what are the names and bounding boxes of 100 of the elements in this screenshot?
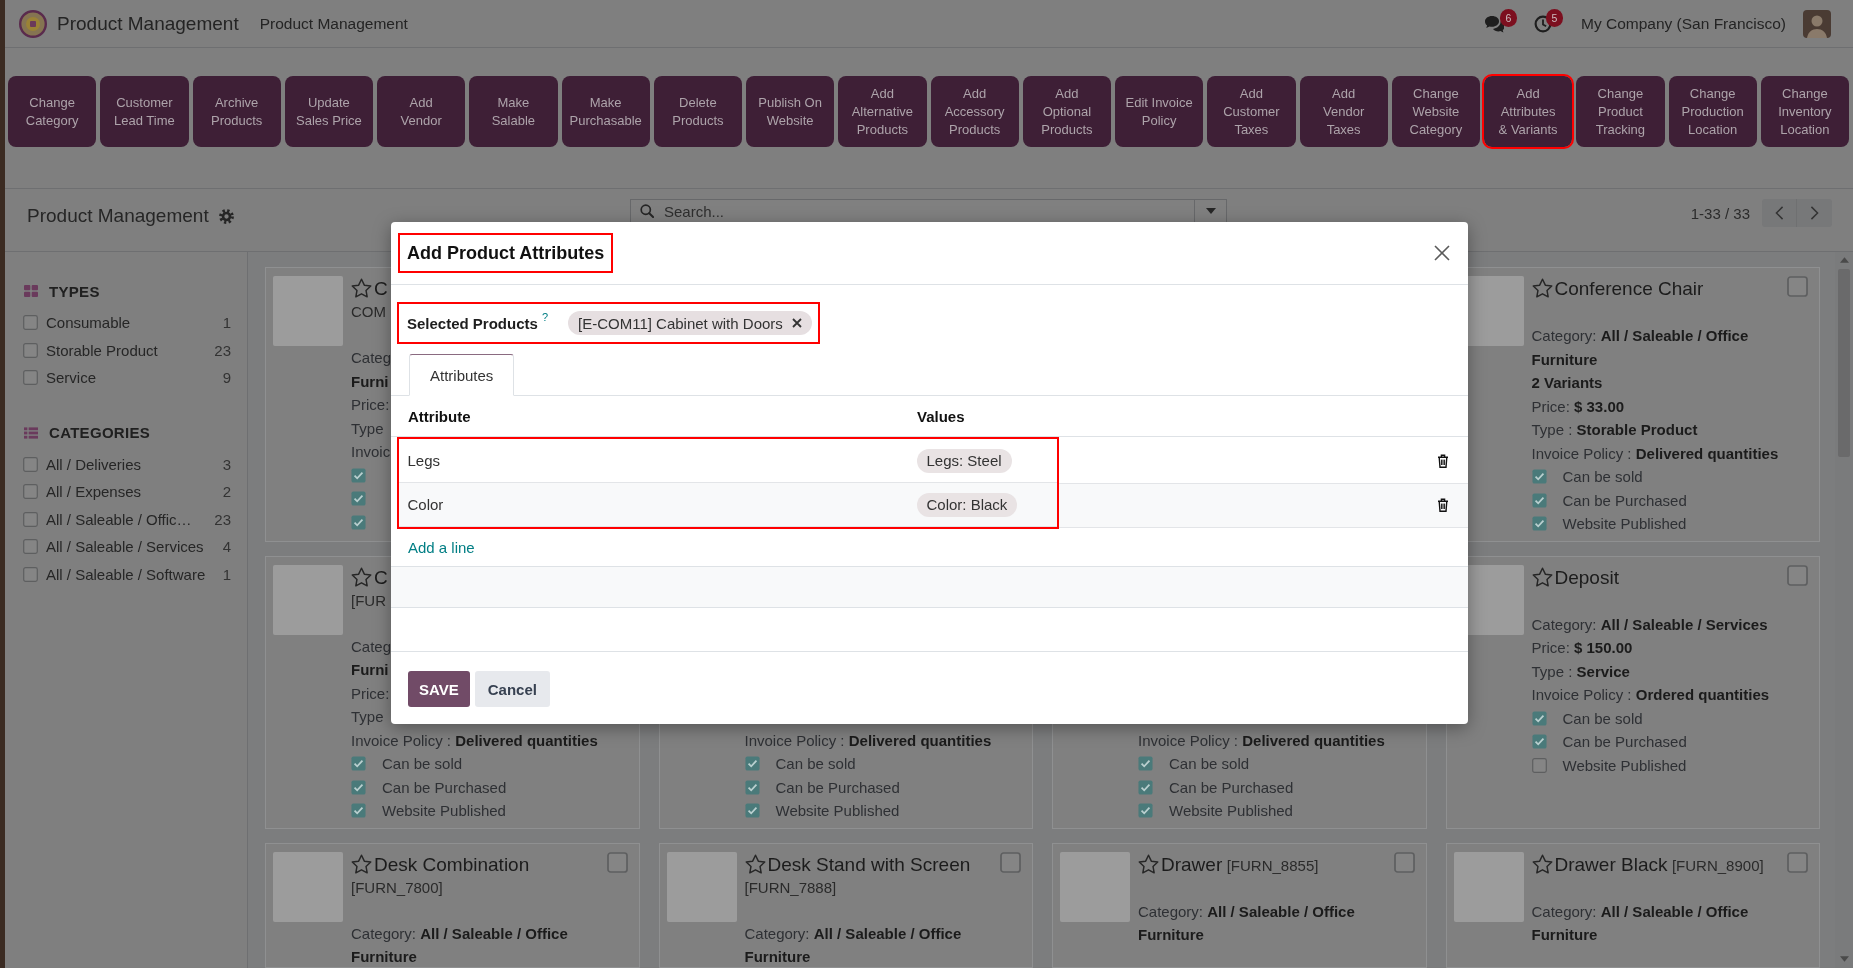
trash-icon[interactable] [1437, 498, 1449, 512]
filter-label[interactable]: Storable Product [46, 341, 158, 359]
action-button[interactable]: Update Sales Price [284, 76, 373, 147]
filter-checkbox[interactable] [23, 370, 38, 386]
add-line-link[interactable]: Add a line [408, 539, 475, 556]
filter-label[interactable]: All / Saleable / Software [46, 565, 206, 583]
company-switcher[interactable]: My Company (San Francisco) [1581, 14, 1786, 33]
action-button[interactable]: Add Attributes & Variants [1484, 76, 1573, 147]
product-card[interactable]: Drawer Black [FURN_8900] Category: All / Saleable / Office Furniture [1445, 842, 1820, 968]
checkbox[interactable] [351, 514, 366, 530]
filter-label[interactable]: Service [46, 369, 97, 387]
select-checkbox[interactable] [1393, 851, 1415, 873]
close-icon[interactable] [791, 318, 802, 328]
checkbox[interactable] [1531, 492, 1547, 508]
search-icon[interactable] [640, 204, 654, 218]
select-checkbox[interactable] [1787, 276, 1808, 297]
cancel-button[interactable]: Cancel [474, 671, 550, 707]
action-button[interactable]: Add Vendor [377, 76, 466, 147]
product-card[interactable]: Desk Combination [FURN_7800] Category: All / Saleable / Office Furniture [265, 842, 640, 968]
action-button[interactable]: Change Product Tracking [1576, 76, 1665, 147]
search-field[interactable]: Search... [630, 199, 1227, 222]
tab[interactable]: Attributes [409, 354, 515, 396]
filter-label[interactable]: All / Deliveries [46, 455, 142, 473]
product-detail: Invoice Policy : Delivered quantities [1531, 443, 1780, 464]
star-icon[interactable] [351, 278, 372, 298]
checkbox[interactable] [351, 467, 366, 483]
action-button[interactable]: Add Customer Taxes [1207, 76, 1296, 147]
caret-down-icon[interactable] [1839, 956, 1849, 962]
checkbox[interactable] [1531, 516, 1547, 532]
action-button[interactable]: Publish On Website [746, 76, 835, 147]
checkbox[interactable] [351, 803, 366, 819]
action-button[interactable]: Customer Lead Time [100, 76, 189, 147]
action-button[interactable]: Archive Products [192, 76, 281, 147]
filter-checkbox[interactable] [23, 484, 38, 500]
select-checkbox[interactable] [1787, 564, 1808, 586]
star-icon[interactable] [1531, 853, 1553, 874]
filter-checkbox[interactable] [23, 456, 38, 472]
gear-icon[interactable] [218, 208, 234, 224]
checkbox[interactable] [1531, 734, 1547, 750]
action-button[interactable]: Change Category [8, 76, 97, 147]
star-icon[interactable] [1531, 566, 1553, 587]
close-icon[interactable] [1434, 245, 1450, 261]
action-button[interactable]: Make Purchasable [561, 76, 650, 147]
star-icon[interactable] [744, 853, 766, 874]
help-tooltip[interactable]: ? [541, 311, 548, 323]
action-button[interactable]: Edit Invoice Policy [1115, 76, 1204, 147]
product-card[interactable]: Drawer [FURN_8855] Category: All / Saleable / Office Furniture [1052, 842, 1427, 968]
checkbox[interactable] [1138, 779, 1153, 795]
action-button[interactable]: Change Production Location [1668, 76, 1757, 147]
star-icon[interactable] [1531, 278, 1553, 298]
action-button[interactable]: Add Vendor Taxes [1299, 76, 1388, 147]
star-icon[interactable] [351, 853, 372, 874]
filter-checkbox[interactable] [23, 342, 38, 358]
search-input[interactable]: Search... [664, 200, 1194, 222]
checkbox[interactable] [351, 491, 366, 507]
filter-label[interactable]: All / Saleable / Services [46, 538, 204, 556]
app-name[interactable]: Product Management [57, 12, 239, 35]
clock-icon[interactable] [1534, 14, 1552, 33]
filter-checkbox[interactable] [23, 539, 38, 555]
checkbox[interactable] [1531, 469, 1547, 485]
logo-icon[interactable] [19, 9, 47, 38]
save-button[interactable]: SAVE [408, 671, 470, 707]
product-card[interactable]: Desk Stand with Screen [FURN_7888] Category: All / Saleable / Office Furniture [658, 842, 1033, 968]
select-checkbox[interactable] [1787, 851, 1808, 873]
filter-checkbox[interactable] [23, 566, 38, 582]
action-button[interactable]: Add Accessory Products [930, 76, 1019, 147]
checkbox[interactable] [1531, 710, 1547, 726]
checkbox[interactable] [744, 756, 760, 772]
filter-label[interactable]: All / Expenses [46, 483, 142, 501]
star-icon[interactable] [1138, 853, 1159, 874]
action-button[interactable]: Add Optional Products [1022, 76, 1111, 147]
trash-icon[interactable] [1437, 454, 1449, 468]
chat-icon[interactable] [1484, 14, 1504, 33]
photo-placeholder [273, 564, 343, 635]
action-button[interactable]: Add Alternative Products [838, 76, 927, 147]
product-reference: COM [351, 303, 386, 320]
filter-label[interactable]: Consumable [46, 314, 131, 332]
menu-item[interactable]: Product Management [259, 14, 408, 33]
checkbox[interactable] [351, 756, 366, 772]
previous-button[interactable] [1762, 199, 1797, 227]
action-button[interactable]: Change Website Category [1391, 76, 1480, 147]
caret-up-icon[interactable] [1839, 257, 1849, 263]
select-checkbox[interactable] [606, 851, 628, 873]
next-button[interactable] [1797, 199, 1832, 227]
checkbox[interactable] [351, 779, 366, 795]
star-icon[interactable] [351, 566, 372, 587]
select-checkbox[interactable] [1000, 851, 1021, 873]
action-button[interactable]: Make Salable [469, 76, 558, 147]
user-avatar[interactable] [1803, 9, 1831, 38]
checkbox[interactable] [744, 779, 760, 795]
checkbox[interactable] [744, 803, 760, 819]
filter-label[interactable]: All / Saleable / Offic… [46, 510, 192, 528]
filter-checkbox[interactable] [23, 315, 38, 331]
filter-checkbox[interactable] [23, 511, 38, 527]
checkbox[interactable] [1138, 803, 1153, 819]
action-button[interactable]: Change Inventory Location [1760, 76, 1849, 147]
product-card[interactable]: Deposit Category: All / Saleable / Services Price: $ 150.00 Type : Service Invoice Policy : Ordered quantities Can be sold Can be Purchased Website Published [1445, 555, 1820, 829]
checkbox[interactable] [1531, 757, 1547, 773]
action-button[interactable]: Delete Products [653, 76, 742, 147]
checkbox[interactable] [1138, 756, 1153, 772]
